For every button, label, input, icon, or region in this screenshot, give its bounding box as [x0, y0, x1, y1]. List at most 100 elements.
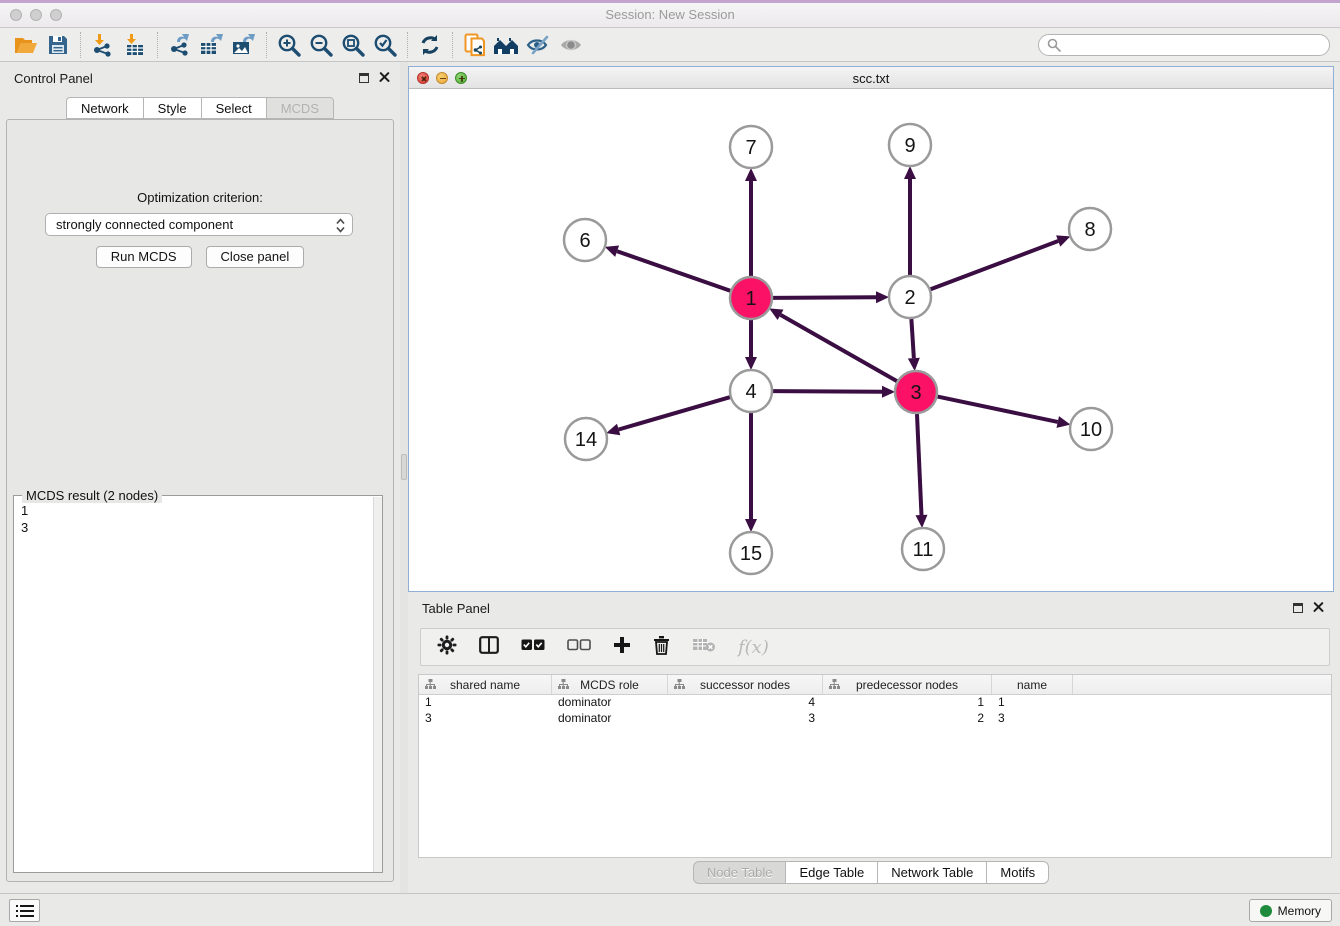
show-all-button[interactable]: [555, 30, 587, 60]
select-all-checkboxes-button[interactable]: [521, 638, 545, 656]
splitter-grip[interactable]: [401, 454, 407, 480]
zoom-selected-button[interactable]: [369, 30, 401, 60]
optimization-criterion-label: Optimization criterion:: [7, 190, 393, 205]
refresh-button[interactable]: [414, 30, 446, 60]
save-session-button[interactable]: [42, 30, 74, 60]
cell-shared-name[interactable]: 1: [419, 695, 552, 711]
cell-shared-name[interactable]: 3: [419, 711, 552, 727]
graph-edge-3-10[interactable]: [938, 397, 1058, 422]
graph-node-label-7: 7: [745, 137, 756, 159]
graph-node-label-10: 10: [1080, 419, 1102, 441]
tab-network-table[interactable]: Network Table: [877, 861, 986, 884]
hide-selected-button[interactable]: [523, 30, 555, 60]
settings-gear-button[interactable]: [437, 635, 457, 660]
node-table: shared name MCDS role successor nodes: [418, 674, 1332, 858]
export-image-button[interactable]: [228, 30, 260, 60]
table-toolbar: f(x): [420, 628, 1330, 666]
result-scrollbar[interactable]: [373, 497, 382, 872]
cell-name[interactable]: 3: [992, 711, 1073, 727]
cell-successor-nodes[interactable]: 3: [668, 711, 823, 727]
network-canvas[interactable]: 7968124314101511: [409, 89, 1333, 591]
graph-edge-1-6[interactable]: [617, 251, 730, 291]
table-row[interactable]: 1 dominator 4 1 1: [419, 695, 1331, 711]
add-column-button[interactable]: [613, 636, 631, 659]
tab-network[interactable]: Network: [66, 97, 143, 119]
control-panel-tabs: Network Style Select MCDS: [0, 97, 400, 119]
graph-edge-2-3[interactable]: [911, 319, 913, 358]
zoom-in-button[interactable]: [273, 30, 305, 60]
criterion-value: strongly connected component: [56, 217, 233, 232]
graph-node-label-1: 1: [745, 288, 756, 310]
function-builder-button-disabled: f(x): [738, 637, 769, 658]
import-network-button[interactable]: [87, 30, 119, 60]
column-header-predecessor-nodes[interactable]: predecessor nodes: [823, 675, 992, 694]
tab-select[interactable]: Select: [201, 97, 266, 119]
graph-edge-3-11[interactable]: [917, 414, 922, 515]
column-header-mcds-role[interactable]: MCDS role: [552, 675, 668, 694]
zoom-fit-button[interactable]: [337, 30, 369, 60]
titlebar: Session: New Session: [0, 0, 1340, 28]
first-neighbors-button[interactable]: [491, 30, 523, 60]
delete-table-button-disabled: [692, 637, 716, 658]
window-title: Session: New Session: [0, 7, 1340, 22]
chevron-up-down-icon: [335, 217, 346, 237]
column-type-icon: [425, 679, 436, 693]
graph-edge-3-1[interactable]: [781, 315, 897, 381]
tab-edge-table[interactable]: Edge Table: [785, 861, 877, 884]
mcds-result-item[interactable]: 3: [21, 519, 373, 536]
cell-name[interactable]: 1: [992, 695, 1073, 711]
graph-edge-2-8[interactable]: [931, 241, 1059, 289]
search-input[interactable]: [1066, 38, 1321, 52]
table-row[interactable]: 3 dominator 3 2 3: [419, 711, 1331, 727]
panel-splitter[interactable]: [400, 62, 408, 893]
search-field[interactable]: [1038, 34, 1330, 56]
column-header-name[interactable]: name: [992, 675, 1073, 694]
network-frame-title: scc.txt: [409, 71, 1333, 86]
delete-column-button[interactable]: [653, 635, 670, 660]
copy-network-icon: [463, 32, 487, 58]
task-history-button[interactable]: [9, 899, 40, 922]
memory-button[interactable]: Memory: [1249, 899, 1332, 922]
close-panel-button[interactable]: Close panel: [206, 246, 305, 268]
float-panel-icon[interactable]: [359, 73, 369, 83]
mcds-result-item[interactable]: 1: [21, 502, 373, 519]
cell-successor-nodes[interactable]: 4: [668, 695, 823, 711]
cell-mcds-role[interactable]: dominator: [552, 695, 668, 711]
column-header-successor-nodes[interactable]: successor nodes: [668, 675, 823, 694]
import-table-button[interactable]: [119, 30, 151, 60]
tab-style[interactable]: Style: [143, 97, 201, 119]
graph-node-label-6: 6: [579, 230, 590, 252]
export-table-button[interactable]: [196, 30, 228, 60]
toggle-panes-button[interactable]: [479, 636, 499, 659]
graph-edge-4-14[interactable]: [619, 397, 730, 429]
graph-edge-1-2[interactable]: [773, 297, 876, 298]
zoom-in-icon: [276, 32, 302, 58]
new-network-from-selection-button[interactable]: [459, 30, 491, 60]
criterion-dropdown[interactable]: strongly connected component: [45, 213, 353, 236]
close-panel-icon[interactable]: [379, 72, 390, 83]
close-panel-icon[interactable]: [1313, 602, 1324, 613]
graph-node-label-3: 3: [910, 382, 921, 404]
houses-icon: [492, 34, 522, 56]
zoom-out-button[interactable]: [305, 30, 337, 60]
table-tabs: Node Table Edge Table Network Table Moti…: [408, 861, 1334, 884]
graph-edge-4-3[interactable]: [773, 391, 882, 392]
tab-node-table[interactable]: Node Table: [693, 861, 786, 884]
run-mcds-button[interactable]: Run MCDS: [96, 246, 192, 268]
cell-predecessor-nodes[interactable]: 2: [823, 711, 992, 727]
export-network-button[interactable]: [164, 30, 196, 60]
gear-icon: [437, 635, 457, 655]
export-image-icon: [231, 33, 257, 57]
import-table-icon: [123, 33, 147, 57]
tab-motifs[interactable]: Motifs: [986, 861, 1049, 884]
memory-label: Memory: [1278, 904, 1321, 918]
network-frame-titlebar[interactable]: scc.txt: [409, 67, 1333, 89]
cell-predecessor-nodes[interactable]: 1: [823, 695, 992, 711]
cell-mcds-role[interactable]: dominator: [552, 711, 668, 727]
open-file-button[interactable]: [10, 30, 42, 60]
deselect-all-checkboxes-button[interactable]: [567, 638, 591, 656]
toolbar-separator: [452, 32, 453, 58]
tab-mcds[interactable]: MCDS: [266, 97, 334, 119]
float-panel-icon[interactable]: [1293, 603, 1303, 613]
column-header-shared-name[interactable]: shared name: [419, 675, 552, 694]
